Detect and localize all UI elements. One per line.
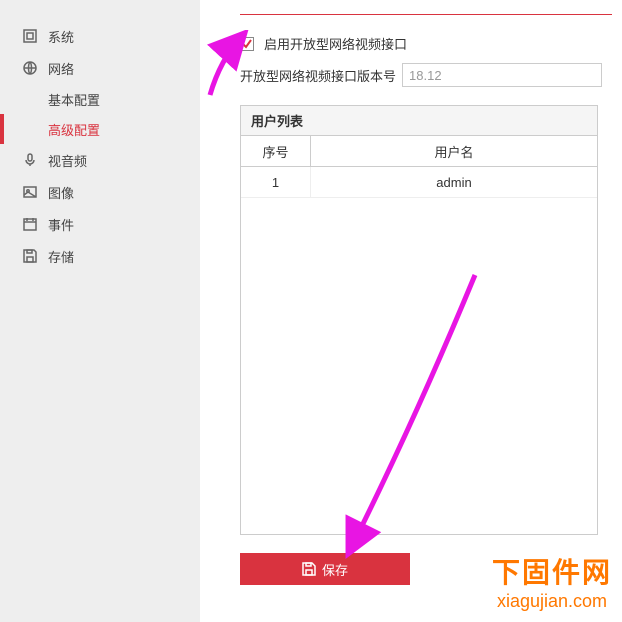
network-icon [20, 58, 40, 78]
save-button[interactable]: 保存 [240, 553, 410, 585]
cell-user: admin [311, 167, 597, 197]
sidebar-subitem-label: 高级配置 [48, 120, 100, 139]
watermark-cn: 下固件网 [492, 551, 612, 591]
table-body: 1 admin [241, 167, 597, 534]
version-input[interactable] [402, 63, 602, 87]
sidebar-item-label: 视音频 [48, 151, 87, 170]
sidebar-item-label: 网络 [48, 59, 74, 78]
table-title: 用户列表 [241, 106, 597, 136]
system-icon [20, 26, 40, 46]
enable-label: 启用开放型网络视频接口 [264, 34, 407, 53]
sidebar-item-label: 图像 [48, 183, 74, 202]
sidebar-item-unknown[interactable] [0, 0, 200, 20]
sidebar-item-label: 存储 [48, 247, 74, 266]
check-icon [241, 38, 253, 50]
version-label: 开放型网络视频接口版本号 [240, 66, 396, 85]
sidebar-item-event[interactable]: 事件 [0, 208, 200, 240]
image-icon [20, 182, 40, 202]
save-icon [302, 562, 316, 576]
watermark-en: xiagujian.com [492, 591, 612, 612]
sidebar-item-label: 系统 [48, 27, 74, 46]
watermark: 下固件网 xiagujian.com [492, 551, 612, 612]
sidebar-item-network[interactable]: 网络 [0, 52, 200, 84]
save-label: 保存 [322, 560, 348, 579]
sidebar-item-label: 事件 [48, 215, 74, 234]
sidebar-item-storage[interactable]: 存储 [0, 240, 200, 272]
sidebar-item-image[interactable]: 图像 [0, 176, 200, 208]
sidebar: 系统 网络 基本配置 高级配置 视音频 图像 事件 存储 [0, 0, 200, 622]
main-content: 启用开放型网络视频接口 开放型网络视频接口版本号 用户列表 序号 用户名 1 a… [220, 0, 622, 585]
user-table: 用户列表 序号 用户名 1 admin [240, 105, 598, 535]
column-seq: 序号 [241, 136, 311, 166]
table-header: 序号 用户名 [241, 136, 597, 167]
enable-row: 启用开放型网络视频接口 [240, 34, 612, 53]
version-row: 开放型网络视频接口版本号 [240, 63, 612, 87]
sidebar-subitem-basic-config[interactable]: 基本配置 [0, 84, 200, 114]
cell-seq: 1 [241, 167, 311, 197]
table-row[interactable]: 1 admin [241, 167, 597, 198]
enable-checkbox[interactable] [240, 37, 254, 51]
sidebar-item-system[interactable]: 系统 [0, 20, 200, 52]
calendar-icon [20, 214, 40, 234]
microphone-icon [20, 150, 40, 170]
column-user: 用户名 [311, 136, 597, 166]
save-icon [20, 246, 40, 266]
sidebar-subitem-label: 基本配置 [48, 90, 100, 109]
sidebar-subitem-advanced-config[interactable]: 高级配置 [0, 114, 200, 144]
sidebar-item-av[interactable]: 视音频 [0, 144, 200, 176]
